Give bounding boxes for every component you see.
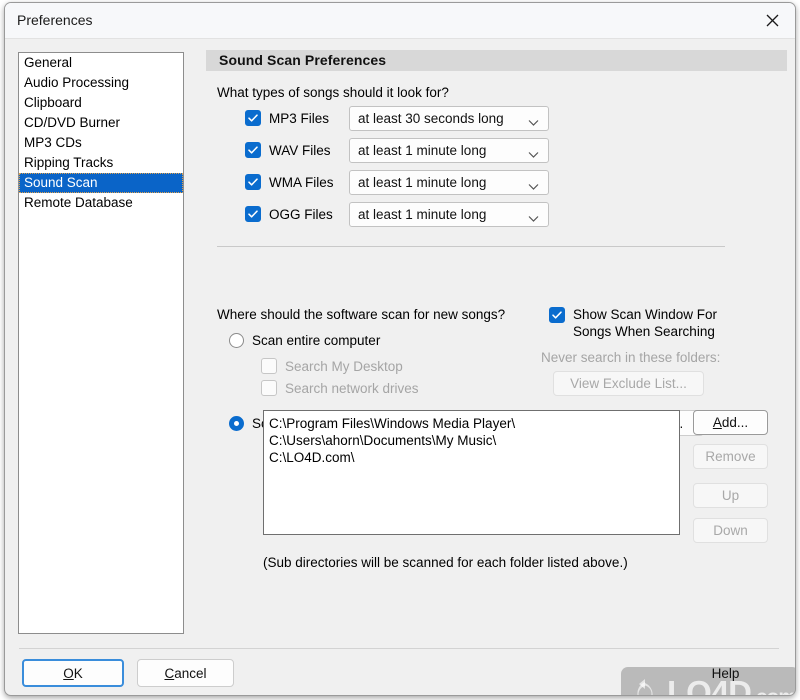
- checkbox-icon: [261, 380, 277, 396]
- footer-divider: [19, 648, 779, 649]
- combo-mp3-duration[interactable]: at least 30 seconds long: [349, 106, 549, 131]
- chevron-down-icon: [528, 211, 539, 226]
- radio-icon: [229, 416, 244, 431]
- checkbox-search-my-desktop[interactable]: Search My Desktop: [261, 355, 403, 377]
- chevron-down-icon: [528, 147, 539, 162]
- checkmark-icon: [245, 110, 261, 126]
- radio-scan-entire-computer[interactable]: Scan entire computer: [229, 333, 380, 348]
- checkbox-search-my-desktop-label: Search My Desktop: [285, 358, 403, 374]
- checkmark-icon: [549, 307, 565, 323]
- question-file-types: What types of songs should it look for?: [217, 85, 449, 100]
- list-item[interactable]: C:\LO4D.com\: [269, 449, 679, 466]
- section-header-label: Sound Scan Preferences: [219, 52, 387, 68]
- cancel-button[interactable]: Cancel: [137, 659, 234, 687]
- move-up-button-label: Up: [721, 488, 740, 503]
- settings-pane: Sound Scan Preferences What types of son…: [201, 39, 795, 695]
- question-scan-location: Where should the software scan for new s…: [217, 307, 506, 322]
- remove-folder-button[interactable]: Remove: [693, 444, 768, 469]
- subdirectories-note: (Sub directories will be scanned for eac…: [263, 555, 628, 570]
- view-exclude-list-button[interactable]: View Exclude List...: [553, 371, 704, 396]
- radio-icon: [229, 333, 244, 348]
- checkbox-ogg-files[interactable]: OGG Files: [245, 203, 333, 225]
- checkbox-mp3-files[interactable]: MP3 Files: [245, 107, 329, 129]
- list-item[interactable]: C:\Users\ahorn\Documents\My Music\: [269, 432, 679, 449]
- combo-wma-duration[interactable]: at least 1 minute long: [349, 170, 549, 195]
- checkbox-wma-files-label: WMA Files: [269, 174, 334, 190]
- close-icon[interactable]: [749, 3, 795, 38]
- move-down-button[interactable]: Down: [693, 518, 768, 543]
- checkmark-icon: [245, 142, 261, 158]
- radio-scan-entire-computer-label: Scan entire computer: [252, 333, 381, 348]
- help-button[interactable]: Help: [677, 659, 774, 687]
- view-exclude-list-button-label: View Exclude List...: [570, 376, 687, 391]
- checkbox-show-scan-window-label-line1: Show Scan Window For: [573, 307, 718, 322]
- checkmark-icon: [245, 174, 261, 190]
- checkmark-icon: [245, 206, 261, 222]
- sidebar-item-sound-scan[interactable]: Sound Scan: [19, 173, 183, 193]
- window-title: Preferences: [17, 12, 93, 28]
- checkbox-show-scan-window[interactable]: Show Scan Window For Songs When Searchin…: [549, 306, 717, 340]
- combo-mp3-duration-value: at least 30 seconds long: [358, 111, 504, 126]
- checkbox-search-network-drives[interactable]: Search network drives: [261, 377, 419, 399]
- help-button-label: Help: [711, 665, 740, 681]
- category-list[interactable]: General Audio Processing Clipboard CD/DV…: [18, 52, 184, 634]
- add-folder-button-label: Add...: [712, 415, 749, 430]
- combo-wav-duration-value: at least 1 minute long: [358, 143, 487, 158]
- sidebar-item-remote-database[interactable]: Remote Database: [19, 193, 183, 213]
- ok-button[interactable]: OK: [22, 659, 124, 687]
- list-item[interactable]: C:\Program Files\Windows Media Player\: [269, 415, 679, 432]
- cancel-button-label: Cancel: [164, 665, 207, 681]
- sidebar-item-mp3-cds[interactable]: MP3 CDs: [19, 133, 183, 153]
- sidebar-item-general[interactable]: General: [19, 53, 183, 73]
- sidebar-item-clipboard[interactable]: Clipboard: [19, 93, 183, 113]
- checkbox-icon: [261, 358, 277, 374]
- sidebar-item-audio-processing[interactable]: Audio Processing: [19, 73, 183, 93]
- sidebar-item-cd-dvd-burner[interactable]: CD/DVD Burner: [19, 113, 183, 133]
- title-bar: Preferences: [5, 3, 795, 39]
- combo-ogg-duration[interactable]: at least 1 minute long: [349, 202, 549, 227]
- combo-ogg-duration-value: at least 1 minute long: [358, 207, 487, 222]
- move-down-button-label: Down: [713, 523, 748, 538]
- add-folder-button[interactable]: Add...: [693, 410, 768, 435]
- checkbox-wav-files[interactable]: WAV Files: [245, 139, 331, 161]
- checkbox-mp3-files-label: MP3 Files: [269, 110, 330, 126]
- checkbox-search-network-drives-label: Search network drives: [285, 380, 419, 396]
- preferences-dialog: Preferences General Audio Processing Cli…: [4, 2, 796, 696]
- never-search-label: Never search in these folders:: [541, 350, 721, 365]
- move-up-button[interactable]: Up: [693, 483, 768, 508]
- chevron-down-icon: [528, 179, 539, 194]
- checkbox-wma-files[interactable]: WMA Files: [245, 171, 334, 193]
- checkbox-show-scan-window-label-line2: Songs When Searching: [573, 324, 715, 339]
- sidebar-item-ripping-tracks[interactable]: Ripping Tracks: [19, 153, 183, 173]
- checkbox-wav-files-label: WAV Files: [269, 142, 331, 158]
- scan-folders-list[interactable]: C:\Program Files\Windows Media Player\ C…: [263, 410, 680, 535]
- section-divider: [217, 246, 725, 247]
- section-header: Sound Scan Preferences: [206, 50, 787, 71]
- combo-wav-duration[interactable]: at least 1 minute long: [349, 138, 549, 163]
- dialog-body: General Audio Processing Clipboard CD/DV…: [5, 39, 795, 695]
- remove-folder-button-label: Remove: [705, 449, 756, 464]
- ok-button-label: OK: [63, 665, 83, 681]
- combo-wma-duration-value: at least 1 minute long: [358, 175, 487, 190]
- chevron-down-icon: [528, 115, 539, 130]
- checkbox-ogg-files-label: OGG Files: [269, 206, 333, 222]
